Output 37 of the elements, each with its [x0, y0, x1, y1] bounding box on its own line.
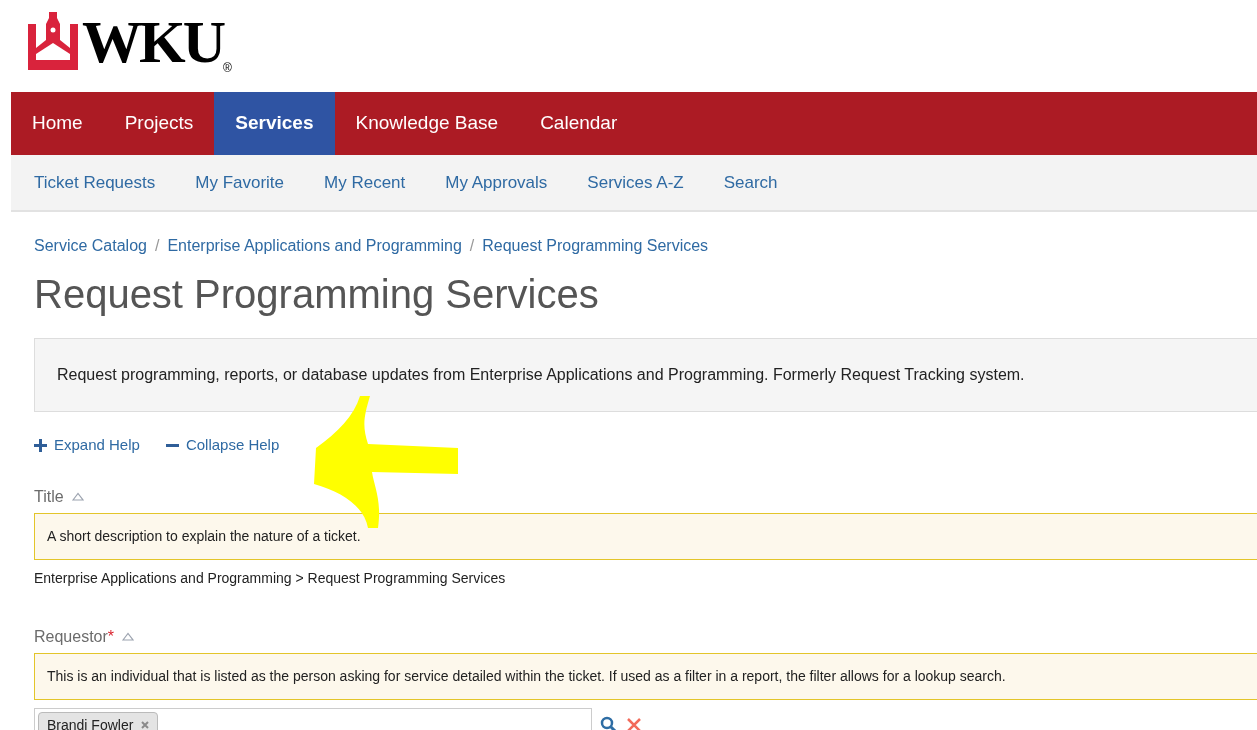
page-heading: Request Programming Services	[34, 271, 600, 318]
help-link[interactable]: Expand Help	[34, 434, 140, 457]
search-icon[interactable]	[600, 715, 618, 730]
breadcrumb-link[interactable]: Service Catalog	[34, 234, 147, 258]
sub-nav-link[interactable]: Services A-Z	[587, 169, 684, 196]
required-mark: *	[107, 626, 115, 647]
tower-logo-icon	[28, 10, 78, 70]
collapse-triangle-icon[interactable]	[122, 632, 135, 641]
breadcrumb-separator: /	[469, 236, 475, 256]
sub-nav-link[interactable]: My Recent	[324, 169, 406, 196]
breadcrumb-separator: /	[154, 236, 160, 256]
help-box: A short description to explain the nature of a ticket.	[34, 512, 1257, 560]
sub-nav-link[interactable]: My Approvals	[445, 169, 548, 196]
requestor-field[interactable]: Brandi Fowler	[34, 707, 592, 730]
breadcrumb-link[interactable]: Enterprise Applications and Programming	[167, 234, 462, 258]
nav-tab[interactable]: Calendar	[519, 92, 639, 155]
person-token: Brandi Fowler	[38, 711, 159, 730]
field-label: Requestor	[34, 626, 108, 647]
registered-mark: ®	[223, 62, 232, 74]
nav-tab[interactable]: Knowledge Base	[334, 92, 520, 155]
sub-nav-link[interactable]: My Favorite	[195, 169, 285, 196]
field-value: Enterprise Applications and Programming > Request Programming Services	[34, 568, 507, 588]
collapse-triangle-icon[interactable]	[71, 492, 84, 501]
plus-icon	[34, 438, 47, 452]
clear-icon[interactable]	[626, 716, 642, 730]
nav-tab[interactable]: Projects	[103, 92, 215, 155]
logo-wordmark: WKU	[82, 12, 223, 72]
nav-tab[interactable]: Home	[11, 92, 104, 155]
breadcrumb-link[interactable]: Request Programming Services	[482, 234, 709, 258]
help-link[interactable]: Collapse Help	[165, 434, 280, 457]
description-panel: Request programming, reports, or database updates from Enterprise Applications and Programming. Formerly Request Tracking system.	[34, 338, 1257, 412]
remove-icon[interactable]	[141, 721, 150, 729]
sub-nav-link[interactable]: Ticket Requests	[34, 169, 156, 196]
help-box: This is an individual that is listed as the person asking for service detailed within the ticket. If used as a filter in a report, the filter allows for a lookup search.	[34, 652, 1257, 700]
field-label: Title	[34, 486, 64, 507]
sub-nav-link[interactable]: Search	[723, 169, 778, 196]
nav-tab[interactable]: Services	[214, 92, 335, 155]
